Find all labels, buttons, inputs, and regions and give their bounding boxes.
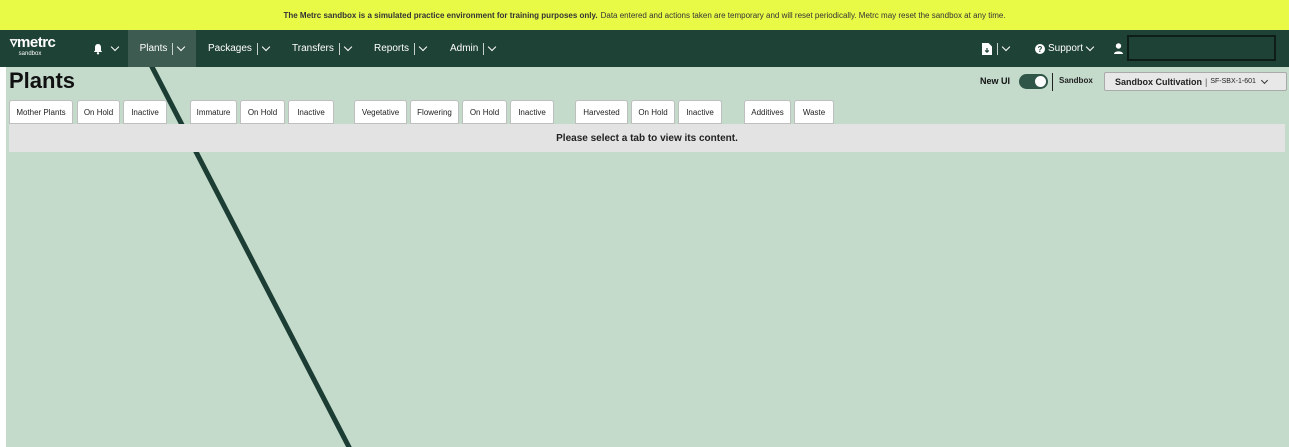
- facility-code: SF-SBX-1-601: [1210, 78, 1256, 85]
- tab-immature[interactable]: Immature: [190, 100, 237, 124]
- chevron-down-icon: [1260, 76, 1268, 84]
- chevron-down-icon: [343, 42, 353, 52]
- help-circle-icon: ?: [1035, 43, 1045, 54]
- nav-transfers-label: Transfers: [292, 43, 334, 54]
- chevron-down-icon: [110, 42, 120, 52]
- tab-flowering[interactable]: Flowering: [410, 100, 459, 124]
- nav-packages[interactable]: Packages: [208, 30, 271, 67]
- tab-mother-plants[interactable]: Mother Plants: [9, 100, 73, 124]
- tab-harvested-on-hold[interactable]: On Hold: [631, 100, 675, 124]
- new-ui-label: New UI: [980, 76, 1011, 86]
- nav-transfers[interactable]: Transfers: [292, 30, 353, 67]
- tab-harvested[interactable]: Harvested: [575, 100, 628, 124]
- user-search-input[interactable]: [1127, 35, 1276, 61]
- page-title: Plants: [9, 68, 76, 93]
- chevron-down-icon: [1001, 42, 1011, 52]
- banner-text: Data entered and actions taken are tempo…: [600, 10, 1006, 20]
- nav-plants-label: Plants: [139, 43, 168, 54]
- logo-subtext: sandbox: [18, 51, 42, 57]
- nav-admin-label: Admin: [450, 43, 479, 54]
- nav-reports[interactable]: Reports: [374, 30, 428, 67]
- metrc-logo[interactable]: ▿metrc sandbox: [10, 34, 56, 62]
- divider: [1052, 73, 1053, 91]
- nav-plants[interactable]: Plants: [128, 30, 196, 67]
- support-menu[interactable]: ? Support: [1035, 30, 1095, 67]
- tab-waste[interactable]: Waste: [794, 100, 834, 124]
- chevron-down-icon: [177, 42, 186, 52]
- bell-icon: [93, 43, 103, 54]
- sandbox-label: Sandbox: [1059, 76, 1093, 85]
- user-menu[interactable]: [1114, 30, 1123, 67]
- nav-packages-label: Packages: [208, 43, 252, 54]
- facility-name: Sandbox Cultivation: [1115, 76, 1203, 87]
- tab-immature-inactive[interactable]: Inactive: [288, 100, 334, 124]
- nav-reports-label: Reports: [374, 43, 410, 54]
- chevron-down-icon: [1085, 42, 1095, 52]
- user-icon: [1114, 43, 1123, 54]
- tab-mother-on-hold[interactable]: On Hold: [77, 100, 120, 124]
- new-ui-toggle[interactable]: [1019, 74, 1048, 89]
- tab-immature-on-hold[interactable]: On Hold: [240, 100, 285, 124]
- logo-mark-icon: ▿: [10, 34, 18, 51]
- tab-vegetative-on-hold[interactable]: On Hold: [462, 100, 507, 124]
- tab-mother-inactive[interactable]: Inactive: [123, 100, 167, 124]
- chevron-down-icon: [261, 42, 271, 52]
- svg-text:?: ?: [1038, 45, 1043, 54]
- chevron-down-icon: [418, 42, 428, 52]
- tab-harvested-inactive[interactable]: Inactive: [678, 100, 722, 124]
- empty-state-message: Please select a tab to view its content.: [9, 124, 1285, 152]
- tab-vegetative-inactive[interactable]: Inactive: [510, 100, 554, 124]
- banner-bold-text: The Metrc sandbox is a simulated practic…: [283, 10, 598, 20]
- nav-admin[interactable]: Admin: [450, 30, 497, 67]
- facility-selector[interactable]: Sandbox Cultivation | SF-SBX-1-601: [1104, 72, 1287, 91]
- facility-separator: |: [1205, 76, 1208, 87]
- top-navbar: ▿metrc sandbox Plants Packages Transfers…: [0, 30, 1289, 67]
- support-label: Support: [1048, 43, 1084, 54]
- document-download-icon: [982, 42, 992, 55]
- logo-text: metrc: [17, 34, 56, 51]
- main-content: Plants Mother Plants On Hold Inactive Im…: [6, 67, 1289, 447]
- sandbox-banner: The Metrc sandbox is a simulated practic…: [0, 0, 1289, 30]
- notifications-menu[interactable]: [88, 30, 120, 67]
- tab-vegetative[interactable]: Vegetative: [354, 100, 407, 124]
- chevron-down-icon: [488, 42, 497, 52]
- tab-additives[interactable]: Additives: [744, 100, 791, 124]
- documents-menu[interactable]: [982, 30, 1011, 67]
- toggle-knob: [1035, 76, 1046, 87]
